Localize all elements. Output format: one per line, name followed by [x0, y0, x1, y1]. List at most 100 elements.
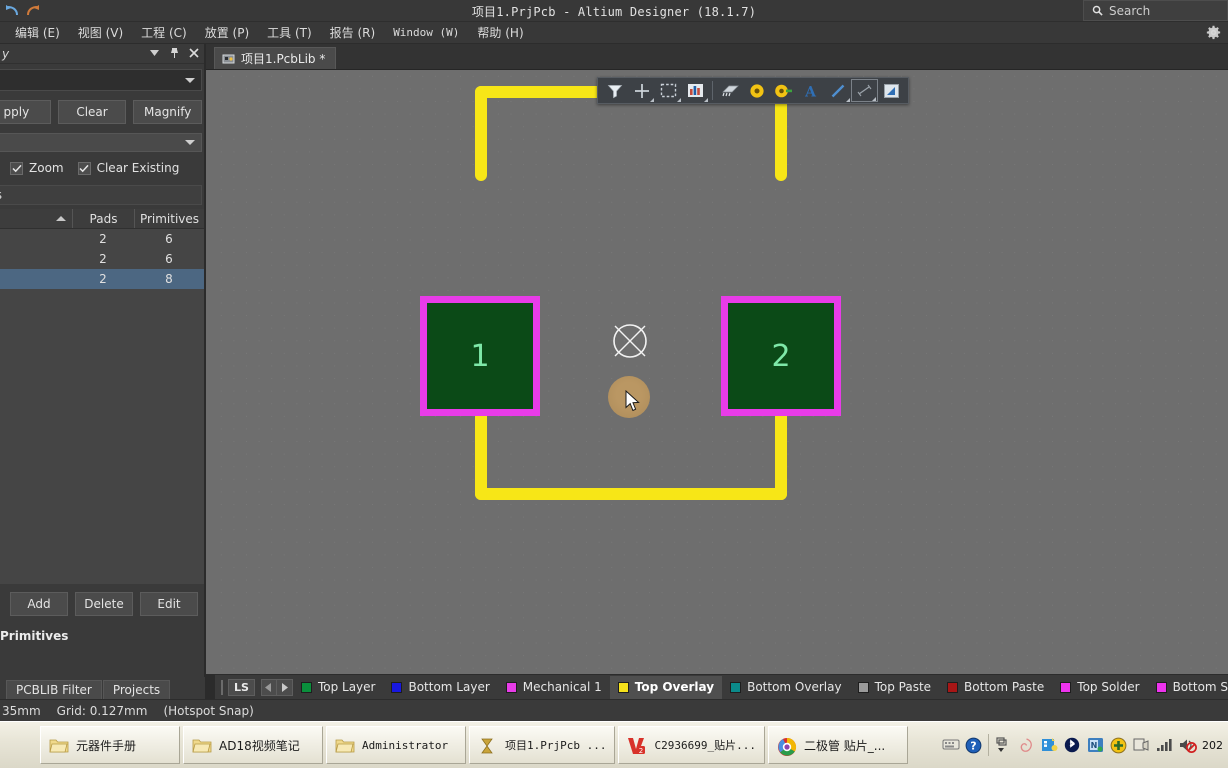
- silkscreen-line-bottom-right: [775, 410, 787, 500]
- search-icon: [1092, 5, 1103, 16]
- dimension-icon[interactable]: [851, 79, 878, 102]
- scope-combo[interactable]: [0, 133, 202, 152]
- taskbar-item-altium[interactable]: 项目1.PrjPcb ...: [469, 726, 616, 764]
- edit-button[interactable]: Edit: [140, 592, 198, 616]
- menu-item-help[interactable]: 帮助 (H): [468, 22, 532, 43]
- layer-tab-top-solder[interactable]: Top Solder: [1052, 676, 1147, 699]
- menu-item-view[interactable]: 视图 (V): [69, 22, 132, 43]
- menu-item-window[interactable]: Window (W): [384, 24, 468, 41]
- magnify-button[interactable]: Magnify: [133, 100, 203, 124]
- media-icon[interactable]: [1041, 737, 1058, 754]
- layer-color-chip: [1155, 681, 1167, 693]
- svg-text:?: ?: [970, 739, 976, 752]
- signal-bars-icon[interactable]: [1156, 737, 1173, 754]
- tab-pcblib-document[interactable]: 项目1.PcbLib *: [214, 47, 337, 69]
- layer-tab-bottom-layer[interactable]: Bottom Layer: [383, 676, 497, 699]
- menu-item-tools[interactable]: 工具 (T): [258, 22, 321, 43]
- menu-item-reports[interactable]: 报告 (R): [321, 22, 385, 43]
- gear-icon[interactable]: [1206, 25, 1222, 41]
- expand-tray-icon[interactable]: [995, 736, 1012, 754]
- column-header-name[interactable]: [0, 209, 72, 228]
- pad-2[interactable]: 2: [721, 296, 841, 416]
- delete-button[interactable]: Delete: [75, 592, 133, 616]
- start-button[interactable]: [0, 722, 36, 768]
- table-row[interactable]: 2 6: [0, 229, 204, 249]
- svg-text:A: A: [804, 84, 817, 99]
- text-string-icon[interactable]: A: [797, 79, 824, 102]
- menu-item-place[interactable]: 放置 (P): [196, 22, 258, 43]
- layer-tab-top-layer[interactable]: Top Layer: [293, 676, 384, 699]
- selection-rectangle-icon[interactable]: [655, 79, 682, 102]
- filter-options: Zoom Clear Existing: [10, 161, 204, 175]
- search-input[interactable]: Search: [1083, 0, 1228, 21]
- usb-eject-icon[interactable]: [1133, 737, 1150, 754]
- update-icon[interactable]: [1110, 737, 1127, 754]
- layer-sets-button[interactable]: LS: [228, 678, 255, 696]
- grid-body: 2 6 2 6 2 8: [0, 229, 204, 584]
- taskbar-item-chrome[interactable]: 二极管 贴片_...: [767, 726, 908, 764]
- menu-item-project[interactable]: 工程 (C): [132, 22, 196, 43]
- pcblib-filter-panel: y pply Clear Magnify Zoom Clear Existing…: [0, 44, 205, 699]
- close-icon[interactable]: [188, 46, 200, 60]
- taskbar-item-folder-3[interactable]: Administrator: [326, 726, 466, 764]
- back-arrow-icon[interactable]: [4, 2, 21, 19]
- clear-existing-checkbox[interactable]: Clear Existing: [77, 161, 180, 175]
- component-ic-icon[interactable]: [716, 79, 743, 102]
- left-arrow-icon[interactable]: [260, 678, 277, 696]
- line-icon[interactable]: [824, 79, 851, 102]
- tab-projects[interactable]: Projects: [102, 680, 171, 699]
- via-icon[interactable]: [770, 79, 797, 102]
- silkscreen-line-bottom: [475, 488, 787, 500]
- chevron-down-icon[interactable]: [148, 46, 160, 60]
- taskbar-clock[interactable]: 202: [1202, 739, 1226, 752]
- right-arrow-icon[interactable]: [276, 678, 293, 696]
- menu-item-edit[interactable]: 编辑 (E): [6, 22, 69, 43]
- add-button[interactable]: Add: [10, 592, 68, 616]
- taskbar-item-label: 二极管 贴片_...: [803, 738, 886, 753]
- taskbar-item-folder-2[interactable]: AD18视频笔记: [183, 726, 323, 764]
- forward-arrow-icon[interactable]: [24, 2, 41, 19]
- tab-pcblib-filter[interactable]: PCBLIB Filter: [6, 680, 102, 699]
- folder-icon: [49, 737, 69, 754]
- help-icon[interactable]: ?: [965, 737, 982, 754]
- column-header-primitives[interactable]: Primitives: [134, 209, 204, 228]
- filter-icon[interactable]: [601, 79, 628, 102]
- layer-tab-top-overlay[interactable]: Top Overlay: [609, 675, 723, 699]
- clear-existing-checkbox-label: Clear Existing: [96, 161, 180, 175]
- polygon-pour-icon[interactable]: [878, 79, 905, 102]
- nvidia-icon[interactable]: N: [1087, 737, 1104, 754]
- layer-color-chip: [947, 681, 959, 693]
- taskbar-item-wps[interactable]: 2 C2936699_贴片...: [618, 726, 765, 764]
- cell-primitives: 8: [165, 272, 173, 286]
- layer-tab-mechanical-1[interactable]: Mechanical 1: [498, 676, 610, 699]
- layer-tab-top-paste[interactable]: Top Paste: [850, 676, 939, 699]
- layer-tab-bottom-paste[interactable]: Bottom Paste: [939, 676, 1052, 699]
- network-swirl-icon[interactable]: [1018, 737, 1035, 754]
- layer-tab-bottom-solder[interactable]: Bottom Solder: [1148, 676, 1228, 699]
- crosshair-place-icon[interactable]: [628, 79, 655, 102]
- table-row[interactable]: 2 6: [0, 249, 204, 269]
- bar-chart-icon[interactable]: [682, 79, 709, 102]
- status-coordinate: 35mm: [2, 703, 41, 718]
- table-row[interactable]: 2 8: [0, 269, 204, 289]
- folder-icon: [192, 737, 212, 754]
- apply-button[interactable]: pply: [0, 100, 51, 124]
- zoom-checkbox[interactable]: Zoom: [10, 161, 64, 175]
- pcb-canvas[interactable]: 1 2: [215, 70, 1228, 674]
- layer-tab-bottom-overlay[interactable]: Bottom Overlay: [722, 676, 849, 699]
- tray-separator: [988, 734, 989, 756]
- taskbar-item-folder-1[interactable]: 元器件手册: [40, 726, 180, 764]
- filter-combo[interactable]: [0, 69, 202, 91]
- taskbar-item-label: AD18视频笔记: [219, 738, 300, 753]
- keyboard-icon[interactable]: [942, 737, 960, 754]
- clear-button[interactable]: Clear: [57, 100, 127, 124]
- column-header-pads[interactable]: Pads: [72, 209, 134, 228]
- pad-1[interactable]: 1: [420, 296, 540, 416]
- pad-designator: 1: [470, 338, 490, 374]
- pin-icon[interactable]: [168, 46, 180, 60]
- volume-muted-icon[interactable]: [1179, 737, 1197, 754]
- active-layer-swatch[interactable]: [221, 679, 223, 695]
- chevron-down-icon: [185, 77, 195, 83]
- pad-icon[interactable]: [743, 79, 770, 102]
- bluetooth-icon[interactable]: [1064, 737, 1081, 754]
